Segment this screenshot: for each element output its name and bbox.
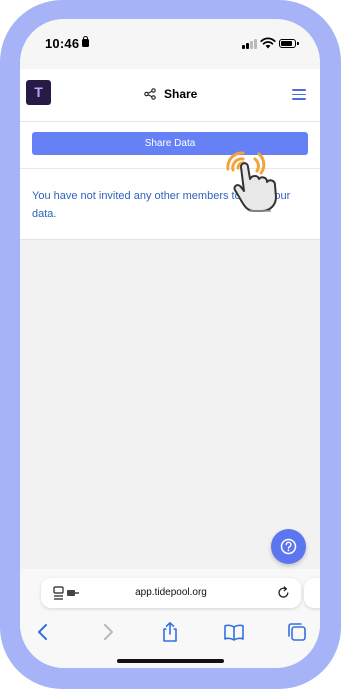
page-title: Share xyxy=(164,87,198,101)
menu-icon[interactable] xyxy=(292,89,306,100)
back-icon[interactable] xyxy=(32,621,54,643)
reload-icon[interactable] xyxy=(277,586,290,599)
status-time: 10:46 xyxy=(45,36,80,51)
home-indicator[interactable] xyxy=(117,659,224,663)
bookmarks-icon[interactable] xyxy=(223,621,245,643)
battery-icon xyxy=(279,39,299,48)
tabs-icon[interactable] xyxy=(286,621,308,643)
address-bar[interactable]: app.tidepool.org xyxy=(41,578,301,608)
tap-gesture-icon xyxy=(226,151,277,212)
forward-icon[interactable] xyxy=(97,621,119,643)
status-bar: 10:46 xyxy=(20,19,320,69)
phone-screen: 10:46 T Share Share Data You have not in… xyxy=(20,19,320,668)
focus-lock-icon xyxy=(82,36,89,47)
app-header: T Share xyxy=(20,69,320,122)
wifi-icon xyxy=(260,37,276,49)
app-logo[interactable]: T xyxy=(26,80,51,105)
cellular-signal-icon xyxy=(242,39,258,49)
share-icon xyxy=(144,88,156,100)
next-tab-preview[interactable] xyxy=(304,578,320,608)
help-icon xyxy=(280,538,297,555)
browser-toolbar xyxy=(20,621,320,647)
header-title-group: Share xyxy=(144,84,197,104)
help-button[interactable] xyxy=(271,529,306,564)
browser-bottom-bar: app.tidepool.org xyxy=(20,569,320,668)
share-sheet-icon[interactable] xyxy=(159,621,181,643)
url-text: app.tidepool.org xyxy=(135,587,207,598)
